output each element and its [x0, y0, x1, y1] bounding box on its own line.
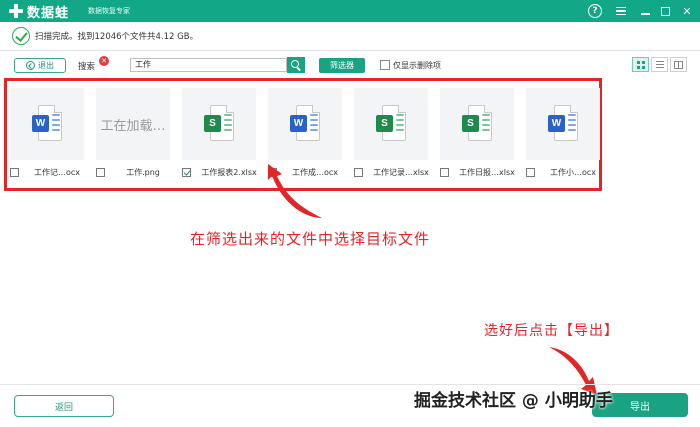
- word-document-icon: W: [548, 105, 578, 143]
- list-icon: [655, 61, 664, 68]
- menu-icon: [616, 7, 626, 15]
- clear-search-icon[interactable]: ✕: [99, 56, 109, 66]
- file-checkbox[interactable]: [182, 168, 191, 177]
- file-name: 工作报表2.xlsx: [201, 168, 257, 177]
- file-thumbnail[interactable]: W: [10, 88, 84, 160]
- check-circle-icon: [12, 27, 30, 45]
- columns-icon: [674, 60, 683, 69]
- file-checkbox[interactable]: [96, 168, 105, 177]
- file-checkbox[interactable]: [526, 168, 535, 177]
- show-deleted-label: 仅显示删除项: [393, 61, 441, 70]
- file-thumbnail[interactable]: S: [182, 88, 256, 160]
- search-button[interactable]: [287, 57, 305, 73]
- watermark: 掘金技术社区 @ 小明助手: [414, 391, 613, 411]
- exit-label: 退出: [38, 61, 54, 70]
- maximize-button[interactable]: [658, 4, 672, 18]
- file-thumbnail[interactable]: W: [268, 88, 342, 160]
- file-name: 工作.png: [126, 168, 160, 177]
- excel-document-icon: S: [462, 105, 492, 143]
- excel-document-icon: S: [204, 105, 234, 143]
- help-button[interactable]: ?: [588, 4, 602, 18]
- export-hint-annotation: 选好后点击【导出】: [484, 323, 619, 339]
- filter-button[interactable]: 筛选器: [319, 58, 365, 73]
- file-name: 工作日报…xlsx: [459, 168, 515, 177]
- file-checkbox[interactable]: [10, 168, 19, 177]
- loading-text: 工在加载…: [100, 118, 166, 134]
- grid-icon: [636, 60, 645, 69]
- search-input[interactable]: 工作: [130, 58, 287, 72]
- word-document-icon: W: [32, 105, 62, 143]
- file-thumbnail[interactable]: S: [440, 88, 514, 160]
- select-hint-annotation: 在筛选出来的文件中选择目标文件: [190, 230, 431, 248]
- maximize-icon: [660, 6, 670, 16]
- search-icon: [291, 60, 299, 68]
- detail-view-button[interactable]: [670, 57, 687, 72]
- divider: [0, 50, 700, 51]
- divider: [0, 384, 700, 385]
- menu-button[interactable]: [614, 4, 628, 18]
- list-view-button[interactable]: [651, 57, 668, 72]
- back-arrow-icon: [26, 61, 35, 70]
- title-bar: 数据蛙 数据恢复专家 ? ✕: [0, 0, 700, 22]
- file-thumbnail[interactable]: 工在加载…: [96, 88, 170, 160]
- minimize-button[interactable]: [638, 4, 652, 18]
- app-logo: 数据蛙: [8, 2, 70, 21]
- word-document-icon: W: [290, 105, 320, 143]
- back-button[interactable]: 返回: [14, 395, 114, 417]
- plus-logo-icon: [8, 3, 24, 19]
- scan-status: 扫描完成。找到12046个文件共4.12 GB。: [12, 26, 198, 46]
- app-name: 数据蛙: [27, 5, 70, 21]
- file-name: 工作记…ocx: [33, 168, 81, 177]
- file-name: 工作记录…xlsx: [373, 168, 429, 177]
- file-checkbox[interactable]: [440, 168, 449, 177]
- status-text: 扫描完成。找到12046个文件共4.12 GB。: [35, 32, 199, 42]
- grid-view-button[interactable]: [632, 57, 649, 72]
- close-button[interactable]: ✕: [680, 4, 694, 18]
- minimize-icon: [640, 13, 650, 15]
- app-subtitle: 数据恢复专家: [88, 7, 130, 15]
- show-deleted-checkbox[interactable]: [380, 60, 390, 70]
- exit-button[interactable]: 退出: [14, 58, 66, 73]
- file-thumbnail[interactable]: S: [354, 88, 428, 160]
- file-name: 工作小…ocx: [549, 168, 597, 177]
- excel-document-icon: S: [376, 105, 406, 143]
- file-thumbnail[interactable]: W: [526, 88, 600, 160]
- file-checkbox[interactable]: [354, 168, 363, 177]
- annotation-arrow-icon: [268, 164, 322, 218]
- search-label: 搜索: [78, 62, 96, 72]
